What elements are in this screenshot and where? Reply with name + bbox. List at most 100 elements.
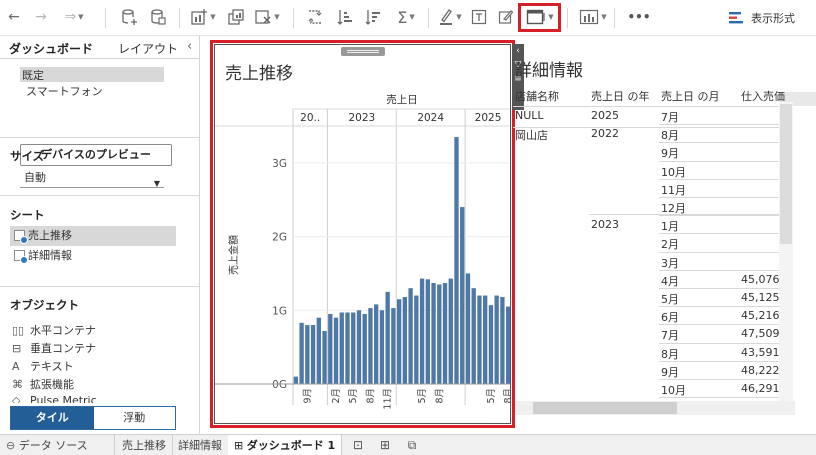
bar: [362, 313, 367, 384]
y-tick-label: 1G: [272, 305, 287, 317]
tile-mode-button[interactable]: タイル: [11, 407, 94, 429]
row-divider: [513, 106, 783, 107]
clear-icon[interactable]: ▼: [254, 6, 280, 28]
y-tick-label: 3G: [272, 158, 287, 170]
bar: [505, 306, 510, 384]
bar: [322, 330, 327, 384]
scrollbar-thumb[interactable]: [533, 402, 677, 414]
totals-icon[interactable]: Σ ▼: [392, 6, 420, 28]
dashboard-icon: ⊞: [234, 439, 247, 452]
toolbar-separator: [428, 8, 429, 28]
details-table[interactable]: 店舗名称 売上日 の年 売上日 の月 仕入売価 NULL 2025 7月 岡山店 2022 8月 9…: [513, 86, 793, 418]
worksheet-icon: [14, 250, 28, 264]
object-label: 垂直コンテナ: [30, 342, 96, 355]
dashboard-panel: ダッシュボード レイアウト ‹ 既定 スマートフォン デバイスのプレビュー サイ…: [0, 36, 200, 434]
highlight-icon[interactable]: ▼: [438, 6, 462, 28]
new-dashboard-tab-icon[interactable]: ⊞: [377, 438, 393, 453]
horizontal-scrollbar[interactable]: [515, 401, 795, 415]
tab-sales-trend[interactable]: 売上推移: [116, 435, 173, 455]
duplicate-icon[interactable]: [225, 6, 247, 28]
text-label-icon[interactable]: [470, 6, 488, 28]
x-tick-label: 11月: [383, 388, 394, 410]
new-story-tab-icon[interactable]: ⧉: [404, 438, 420, 453]
column-header: 店舗名称: [515, 90, 559, 103]
sheet-item-label: 詳細情報: [28, 249, 72, 262]
toolbar: ← → ⇒ ▼ ▼ ▼ Σ ▼ ▼ ▼ ▼ ••• 表示形式: [0, 0, 816, 36]
tab-layout[interactable]: レイアウト: [118, 40, 178, 57]
bar: [437, 284, 442, 384]
tab-label: ダッシュボード 1: [246, 439, 336, 452]
redo-icon[interactable]: ⇒ ▼: [58, 6, 90, 28]
scrollbar-thumb[interactable]: [780, 104, 792, 244]
tab-data-source[interactable]: ⊖ データ ソース: [0, 435, 115, 455]
tab-dashboard-1[interactable]: ⊞ ダッシュボード 1: [228, 435, 343, 455]
back-icon[interactable]: ←: [6, 6, 22, 28]
bar: [339, 312, 344, 384]
sort-ascending-icon[interactable]: [335, 6, 355, 28]
table-cell: 4月: [661, 274, 679, 288]
device-smartphone[interactable]: スマートフォン: [20, 83, 164, 98]
year-header: 2025: [475, 112, 502, 124]
vertical-container-icon: ⊟: [12, 342, 22, 355]
year-header: 2024: [417, 112, 444, 124]
object-text[interactable]: A テキスト: [10, 359, 74, 375]
more-glyph: •••: [627, 10, 651, 24]
forward-icon[interactable]: →: [33, 6, 49, 28]
sales-trend-chart: 売上日 20.. 2023 2024 2025 0G 1G 2G 3G 売上金額 9月 2月 5月 8月 1…: [215, 93, 510, 410]
sales-trend-sheet[interactable]: 売上日 20.. 2023 2024 2025 0G 1G 2G 3G 売上金額 9月 2月 5月 8月 1…: [210, 40, 515, 428]
pulse-metric-icon: ◇: [12, 394, 21, 403]
bar: [414, 295, 419, 384]
object-horizontal-container[interactable]: ▯▯ 水平コンテナ: [10, 323, 96, 339]
sort-descending-icon[interactable]: [363, 6, 383, 28]
table-cell: 6月: [661, 311, 679, 325]
more-icon[interactable]: •••: [625, 6, 653, 28]
object-vertical-container[interactable]: ⊟ 垂直コンテナ: [10, 341, 96, 357]
float-mode-button[interactable]: 浮動: [93, 407, 175, 429]
bar: [385, 291, 390, 384]
x-tick-label: 9月: [302, 388, 313, 404]
annotate-icon[interactable]: [497, 6, 515, 28]
device-default[interactable]: 既定: [20, 67, 164, 82]
table-cell: 10月: [661, 165, 686, 179]
tab-dashboard[interactable]: ダッシュボード: [9, 40, 93, 57]
chart-type-icon[interactable]: ▼: [578, 6, 608, 28]
sheet-item-sales-trend[interactable]: 売上推移: [10, 226, 176, 246]
size-section-title: サイズ: [10, 149, 45, 163]
table-cell: 2023: [591, 218, 619, 232]
row-divider: [659, 251, 783, 253]
object-extension[interactable]: ⌘ 拡張機能: [10, 377, 74, 393]
table-cell: 2022: [591, 127, 619, 141]
datasource-icon: ⊖: [6, 439, 19, 452]
new-worksheet-icon[interactable]: ▼: [190, 6, 216, 28]
new-worksheet-tab-icon[interactable]: ⊡: [350, 438, 366, 453]
drag-handle[interactable]: [341, 47, 385, 56]
vertical-scrollbar[interactable]: [779, 102, 793, 402]
sheet-item-details[interactable]: 詳細情報: [10, 246, 176, 266]
row-divider: [659, 324, 783, 326]
swap-icon[interactable]: [305, 6, 325, 28]
bar: [431, 283, 436, 384]
bar: [351, 312, 356, 384]
object-label: 拡張機能: [30, 378, 74, 391]
sales-trend-sheet-inner: 売上日 20.. 2023 2024 2025 0G 1G 2G 3G 売上金額 9月 2月 5月 8月 1…: [214, 44, 511, 424]
row-divider: [659, 142, 783, 144]
new-datasource-icon[interactable]: [119, 6, 139, 28]
table-cell: 5月: [661, 293, 679, 306]
show-me-button[interactable]: 表示形式: [729, 9, 795, 27]
sigma-glyph: Σ: [397, 7, 408, 27]
table-cell: 3月: [661, 256, 679, 270]
object-label: テキスト: [30, 360, 74, 373]
size-select[interactable]: 自動 ▼: [20, 170, 164, 188]
x-tick-label: 5月: [348, 388, 359, 404]
tab-label: 売上推移: [122, 439, 166, 452]
table-cell: 2025: [591, 109, 619, 122]
tab-details[interactable]: 詳細情報: [172, 435, 229, 455]
object-pulse-metric[interactable]: ◇ Pulse Metric: [10, 393, 97, 403]
bar: [379, 310, 385, 384]
bar: [305, 325, 310, 384]
row-divider: [659, 197, 783, 198]
show-me-icon: [729, 12, 743, 24]
x-tick-label: 8月: [365, 388, 376, 404]
collapse-panel-icon[interactable]: ‹: [187, 39, 192, 54]
datasource-icon[interactable]: [148, 6, 168, 28]
